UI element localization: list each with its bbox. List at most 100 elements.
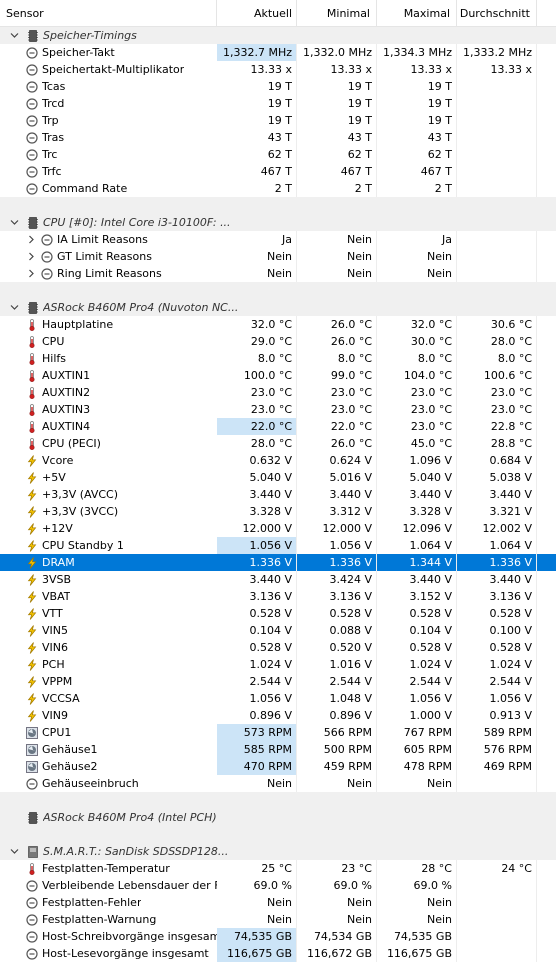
chevron-down-icon[interactable] xyxy=(10,303,19,312)
sensor-group-asrock-b460m-pro4-nuvoton-nc[interactable]: ASRock B460M Pro4 (Nuvoton NC... xyxy=(0,299,556,316)
sensor-row-hauptplatine[interactable]: Hauptplatine 32.0 °C 26.0 °C 32.0 °C 30.6 °C xyxy=(0,316,556,333)
chevron-right-icon[interactable] xyxy=(27,269,36,278)
lightning-icon xyxy=(26,556,38,569)
sensor-group-cpu-0-intel-core-i3-10100f[interactable]: CPU [#0]: Intel Core i3-10100F: ... xyxy=(0,214,556,231)
sensor-row-5v[interactable]: +5V 5.040 V 5.016 V 5.040 V 5.038 V xyxy=(0,469,556,486)
sensor-row-vcore[interactable]: Vcore 0.632 V 0.624 V 1.096 V 0.684 V xyxy=(0,452,556,469)
sensor-row-12v[interactable]: +12V 12.000 V 12.000 V 12.096 V 12.002 V xyxy=(0,520,556,537)
sensor-row-geh-use1[interactable]: Gehäuse1 585 RPM 500 RPM 605 RPM 576 RPM xyxy=(0,741,556,758)
sensor-row-hilfs[interactable]: Hilfs 8.0 °C 8.0 °C 8.0 °C 8.0 °C xyxy=(0,350,556,367)
sensor-name-cell: Speichertakt-Multiplikator xyxy=(0,61,217,78)
sensor-row-vin5[interactable]: VIN5 0.104 V 0.088 V 0.104 V 0.100 V xyxy=(0,622,556,639)
sensor-row-cpu[interactable]: CPU 29.0 °C 26.0 °C 30.0 °C 28.0 °C xyxy=(0,333,556,350)
sensor-row-vin9[interactable]: VIN9 0.896 V 0.896 V 1.000 V 0.913 V xyxy=(0,707,556,724)
chevron-down-icon[interactable] xyxy=(10,847,19,856)
sensor-row-auxtin1[interactable]: AUXTIN1 100.0 °C 99.0 °C 104.0 °C 100.6 °C xyxy=(0,367,556,384)
thermometer-icon xyxy=(26,403,38,416)
sensor-label: +3,3V (3VCC) xyxy=(42,505,119,518)
sensor-row-3vsb[interactable]: 3VSB 3.440 V 3.424 V 3.440 V 3.440 V xyxy=(0,571,556,588)
chevron-right-icon[interactable] xyxy=(27,252,36,261)
sensor-row-vtt[interactable]: VTT 0.528 V 0.528 V 0.528 V 0.528 V xyxy=(0,605,556,622)
value-avg: 469 RPM xyxy=(457,758,537,775)
sensor-label: Trcd xyxy=(42,97,65,110)
value-current: 1.056 V xyxy=(217,537,297,554)
column-header: Sensor Aktuell Minimal Maximal Durchschn… xyxy=(0,0,556,27)
clock-icon xyxy=(26,913,38,926)
column-header-current[interactable]: Aktuell xyxy=(217,0,297,27)
value-max: 1,334.3 MHz xyxy=(377,44,457,61)
value-avg: 0.684 V xyxy=(457,452,537,469)
value-avg: 5.038 V xyxy=(457,469,537,486)
sensor-row-cpu-peci[interactable]: CPU (PECI) 28.0 °C 26.0 °C 45.0 °C 28.8 °C xyxy=(0,435,556,452)
sensor-row-3-3v-3vcc[interactable]: +3,3V (3VCC) 3.328 V 3.312 V 3.328 V 3.321 V xyxy=(0,503,556,520)
value-min: 12.000 V xyxy=(297,520,377,537)
value-avg xyxy=(457,231,537,248)
value-current: 25 °C xyxy=(217,860,297,877)
sensor-name-cell: VIN9 xyxy=(0,707,217,724)
value-current: 3.328 V xyxy=(217,503,297,520)
sensor-row-host-lesevorg-nge-insgesamt[interactable]: Host-Lesevorgänge insgesamt 116,675 GB 116… xyxy=(0,945,556,962)
sensor-row-auxtin3[interactable]: AUXTIN3 23.0 °C 23.0 °C 23.0 °C 23.0 °C xyxy=(0,401,556,418)
sensor-row-festplatten-fehler[interactable]: Festplatten-Fehler Nein Nein Nein xyxy=(0,894,556,911)
sensor-group-asrock-b460m-pro4-intel-pch[interactable]: ASRock B460M Pro4 (Intel PCH) xyxy=(0,809,556,826)
sensor-row-cpu-standby-1[interactable]: CPU Standby 1 1.056 V 1.056 V 1.064 V 1.064 … xyxy=(0,537,556,554)
sensor-row-ring-limit-reasons[interactable]: Ring Limit Reasons Nein Nein Nein xyxy=(0,265,556,282)
sensor-label: +12V xyxy=(42,522,73,535)
chevron-down-icon[interactable] xyxy=(10,31,19,40)
sensor-row-cpu1[interactable]: CPU1 573 RPM 566 RPM 767 RPM 589 RPM xyxy=(0,724,556,741)
sensor-name-cell: +5V xyxy=(0,469,217,486)
sensor-row-ia-limit-reasons[interactable]: IA Limit Reasons Ja Nein Ja xyxy=(0,231,556,248)
value-current: 32.0 °C xyxy=(217,316,297,333)
sensor-name-cell: Command Rate xyxy=(0,180,217,197)
sensor-row-vin6[interactable]: VIN6 0.528 V 0.520 V 0.528 V 0.528 V xyxy=(0,639,556,656)
sensor-row-verbleibende-lebensdauer-der-fe[interactable]: Verbleibende Lebensdauer der Fe...69.0 %… xyxy=(0,877,556,894)
sensor-row-tras[interactable]: Tras 43 T 43 T 43 T xyxy=(0,129,556,146)
clock-icon xyxy=(41,250,53,263)
sensor-row-trfc[interactable]: Trfc 467 T 467 T 467 T xyxy=(0,163,556,180)
sensor-row-vppm[interactable]: VPPM 2.544 V 2.544 V 2.544 V 2.544 V xyxy=(0,673,556,690)
sensor-row-gt-limit-reasons[interactable]: GT Limit Reasons Nein Nein Nein xyxy=(0,248,556,265)
sensor-row-festplatten-temperatur[interactable]: Festplatten-Temperatur 25 °C 23 °C 28 °C 24 … xyxy=(0,860,556,877)
column-header-sensor[interactable]: Sensor xyxy=(0,0,217,27)
chevron-down-icon[interactable] xyxy=(10,218,19,227)
value-avg xyxy=(457,877,537,894)
value-max: 23.0 °C xyxy=(377,384,457,401)
sensor-row-trp[interactable]: Trp 19 T 19 T 19 T xyxy=(0,112,556,129)
column-header-max[interactable]: Maximal xyxy=(377,0,457,27)
clock-icon xyxy=(26,97,38,110)
sensor-row-speichertakt-multiplikator[interactable]: Speichertakt-Multiplikator 13.33 x 13.33 x… xyxy=(0,61,556,78)
sensor-row-trc[interactable]: Trc 62 T 62 T 62 T xyxy=(0,146,556,163)
sensor-row-speicher-takt[interactable]: Speicher-Takt 1,332.7 MHz 1,332.0 MHz 1,334… xyxy=(0,44,556,61)
sensor-row-host-schreibvorg-nge-insgesamt[interactable]: Host-Schreibvorgänge insgesamt 74,535 GB 7… xyxy=(0,928,556,945)
sensor-row-command-rate[interactable]: Command Rate 2 T2 T2 T xyxy=(0,180,556,197)
column-header-min[interactable]: Minimal xyxy=(297,0,377,27)
value-min: Nein xyxy=(297,248,377,265)
sensor-row-auxtin2[interactable]: AUXTIN2 23.0 °C 23.0 °C 23.0 °C 23.0 °C xyxy=(0,384,556,401)
value-max: Nein xyxy=(377,894,457,911)
sensor-row-festplatten-warnung[interactable]: Festplatten-Warnung Nein Nein Nein xyxy=(0,911,556,928)
sensor-row-geh-use2[interactable]: Gehäuse2 470 RPM 459 RPM 478 RPM 469 RPM xyxy=(0,758,556,775)
sensor-group-s-m-a-r-t-sandisk-sdssdp128[interactable]: S.M.A.R.T.: SanDisk SDSSDP128... xyxy=(0,843,556,860)
sensor-name-cell: +12V xyxy=(0,520,217,537)
sensor-row-vccsa[interactable]: VCCSA 1.056 V 1.048 V 1.056 V 1.056 V xyxy=(0,690,556,707)
sensor-name-cell: CPU1 xyxy=(0,724,217,741)
sensor-row-tcas[interactable]: Tcas 19 T 19 T 19 T xyxy=(0,78,556,95)
sensor-row-geh-useeinbruch[interactable]: Gehäuseeinbruch Nein Nein Nein xyxy=(0,775,556,792)
sensor-row-dram[interactable]: DRAM 1.336 V 1.336 V 1.344 V 1.336 V xyxy=(0,554,556,571)
sensor-label: VIN5 xyxy=(42,624,68,637)
chevron-right-icon[interactable] xyxy=(27,235,36,244)
clock-icon xyxy=(26,63,38,76)
sensor-row-3-3v-avcc[interactable]: +3,3V (AVCC) 3.440 V 3.440 V 3.440 V 3.440 V xyxy=(0,486,556,503)
value-current: Nein xyxy=(217,248,297,265)
sensor-row-vbat[interactable]: VBAT 3.136 V 3.136 V 3.152 V 3.136 V xyxy=(0,588,556,605)
thermometer-icon xyxy=(26,386,38,399)
value-avg xyxy=(457,112,537,129)
sensor-row-pch[interactable]: PCH 1.024 V 1.016 V 1.024 V 1.024 V xyxy=(0,656,556,673)
sensor-group-speicher-timings[interactable]: Speicher-Timings xyxy=(0,27,556,44)
value-max: 5.040 V xyxy=(377,469,457,486)
value-max: 30.0 °C xyxy=(377,333,457,350)
sensor-row-auxtin4[interactable]: AUXTIN4 22.0 °C 22.0 °C 23.0 °C 22.8 °C xyxy=(0,418,556,435)
sensor-row-trcd[interactable]: Trcd 19 T 19 T 19 T xyxy=(0,95,556,112)
value-max: 28 °C xyxy=(377,860,457,877)
column-header-avg[interactable]: Durchschnitt xyxy=(457,0,537,27)
